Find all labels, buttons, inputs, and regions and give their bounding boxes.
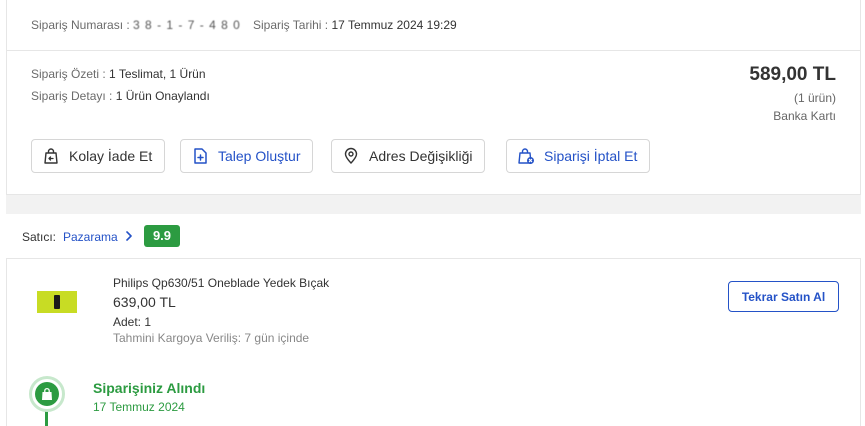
product-quantity: Adet: 1 xyxy=(113,315,152,329)
order-detail: Sipariş Detayı : 1 Ürün Onaylandı xyxy=(31,89,210,103)
section-divider xyxy=(6,195,861,214)
easy-return-button[interactable]: Kolay İade Et xyxy=(31,139,166,173)
address-change-label: Adres Değişikliği xyxy=(369,148,473,164)
chevron-right-icon[interactable] xyxy=(124,231,134,241)
seller-score-badge: 9.9 xyxy=(144,225,180,247)
order-date: Sipariş Tarihi : 17 Temmuz 2024 19:29 xyxy=(253,18,457,32)
order-detail-label: Sipariş Detayı : xyxy=(31,89,113,103)
easy-return-label: Kolay İade Et xyxy=(69,148,153,164)
document-plus-icon xyxy=(194,148,207,164)
blade-icon xyxy=(54,295,60,309)
status-title: Siparişiniz Alındı xyxy=(93,380,206,396)
product-image[interactable] xyxy=(37,291,77,313)
payment-method: Banka Kartı xyxy=(773,109,836,123)
order-number-value: 3 8 - 1 - 7 - 4 8 0 xyxy=(133,18,241,32)
order-overview-value: 1 Teslimat, 1 Ürün xyxy=(109,67,206,81)
create-request-button[interactable]: Talep Oluştur xyxy=(180,139,314,173)
order-date-value: 17 Temmuz 2024 19:29 xyxy=(331,18,457,32)
order-detail-value: 1 Ürün Onaylandı xyxy=(115,89,210,103)
status-step xyxy=(29,376,65,412)
seller-label: Satıcı: xyxy=(22,230,57,244)
location-pin-icon xyxy=(344,147,358,164)
bag-cancel-icon xyxy=(518,148,534,164)
cancel-order-label: Siparişi İptal Et xyxy=(544,148,638,164)
cancel-order-button[interactable]: Siparişi İptal Et xyxy=(506,139,651,173)
create-request-label: Talep Oluştur xyxy=(218,148,301,164)
order-date-label: Sipariş Tarihi : xyxy=(253,18,329,32)
order-header: Sipariş Numarası : 3 8 - 1 - 7 - 4 8 0 S… xyxy=(6,0,861,51)
address-change-button[interactable]: Adres Değişikliği xyxy=(331,139,486,173)
order-number-label: Sipariş Numarası : xyxy=(31,18,130,32)
status-date: 17 Temmuz 2024 xyxy=(93,400,185,414)
seller-name-link[interactable]: Pazarama xyxy=(63,230,118,244)
product-name[interactable]: Philips Qp630/51 Oneblade Yedek Bıçak xyxy=(113,276,329,290)
rebuy-button[interactable]: Tekrar Satın Al xyxy=(728,281,839,312)
return-bag-icon xyxy=(44,148,58,164)
order-number: Sipariş Numarası : 3 8 - 1 - 7 - 4 8 0 xyxy=(31,18,241,32)
order-total-price: 589,00 TL xyxy=(749,64,836,85)
order-summary: Sipariş Özeti : 1 Teslimat, 1 Ürün Sipar… xyxy=(6,51,861,195)
order-overview-label: Sipariş Özeti : xyxy=(31,67,106,81)
shopping-bag-check-icon xyxy=(35,382,59,406)
product-price: 639,00 TL xyxy=(113,294,176,310)
order-item-count: (1 ürün) xyxy=(793,91,836,105)
seller-bar: Satıcı: Pazarama 9.9 xyxy=(6,214,861,259)
shipping-estimate: Tahmini Kargoya Veriliş: 7 gün içinde xyxy=(113,331,310,345)
order-overview: Sipariş Özeti : 1 Teslimat, 1 Ürün xyxy=(31,67,206,81)
